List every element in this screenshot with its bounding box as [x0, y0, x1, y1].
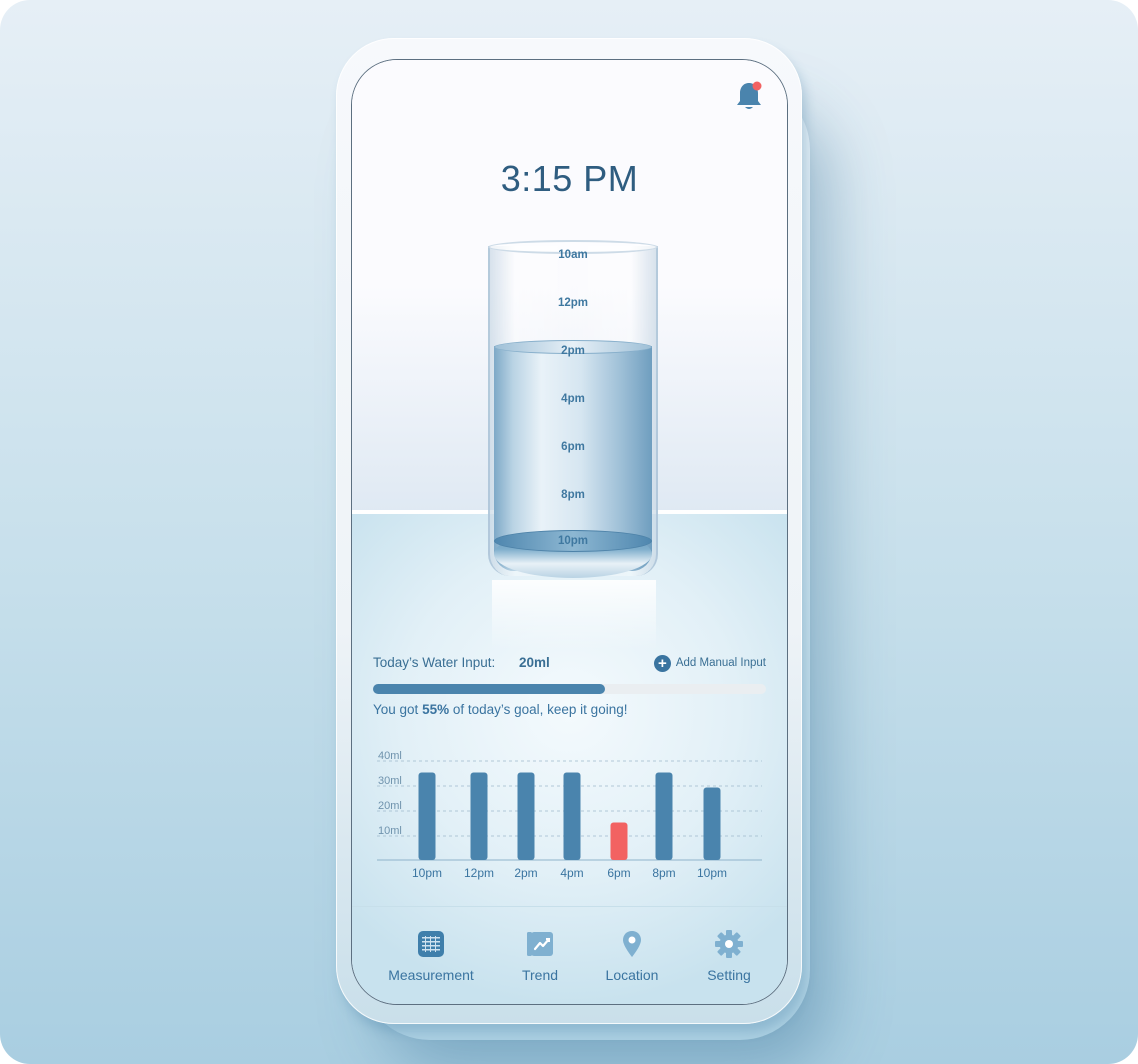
- measurement-icon: [418, 931, 444, 957]
- goal-message-suffix: of today’s goal, keep it going!: [449, 702, 628, 717]
- location-pin-icon: [623, 931, 641, 957]
- glass-mark: 10pm: [557, 535, 589, 547]
- bell-icon: [737, 81, 762, 109]
- water-input-row: Today’s Water Input: 20ml + Add Manual I…: [373, 654, 766, 672]
- nav-item-trend[interactable]: Trend: [490, 929, 590, 983]
- nav-item-location[interactable]: Location: [582, 929, 682, 983]
- notification-badge: [752, 81, 762, 91]
- background-canvas: 3:15 PM 10am 12pm 2pm 4pm 6pm 8pm 10pm T…: [0, 0, 1138, 1064]
- chart-bar: [563, 772, 581, 860]
- glass-mark: 12pm: [557, 297, 589, 309]
- chart-y-tick-label: 20ml: [378, 800, 402, 812]
- nav-label: Measurement: [388, 967, 474, 983]
- chart-bar: [655, 772, 673, 860]
- glass-mark: 10am: [558, 249, 588, 261]
- goal-progress-bar: [373, 684, 766, 694]
- water-input-label: Today’s Water Input:: [373, 655, 496, 670]
- glass-mark: 4pm: [561, 393, 585, 405]
- glass-reflection: [492, 580, 656, 650]
- chart-bar: [703, 787, 721, 860]
- chart-y-tick-label: 10ml: [378, 825, 402, 837]
- chart-bar: [610, 822, 628, 860]
- glass-mark: 2pm: [561, 345, 585, 357]
- glass-mark: 8pm: [561, 489, 585, 501]
- chart-bar: [470, 772, 488, 860]
- water-intake-chart: 10ml 20ml 30ml 40ml 10pm 12pm 2pm 4pm 6pm 8pm 10pm: [377, 750, 762, 880]
- add-manual-input-button[interactable]: + Add Manual Input: [653, 654, 766, 672]
- nav-item-measurement[interactable]: Measurement: [381, 929, 481, 983]
- current-time: 3:15 PM: [500, 158, 639, 199]
- notification-bell-button[interactable]: [734, 80, 764, 112]
- chart-x-tick-label: 4pm: [560, 866, 583, 880]
- chart-x-tick-label: 2pm: [514, 866, 537, 880]
- chart-y-tick-label: 40ml: [378, 750, 402, 762]
- chart-x-tick-label: 10pm: [697, 866, 727, 880]
- plus-icon: +: [653, 654, 671, 672]
- water-input-value: 20ml: [519, 655, 550, 670]
- nav-label: Trend: [521, 967, 559, 983]
- goal-message: You got 55% of today’s goal, keep it goi…: [373, 702, 627, 717]
- goal-progress-fill: [373, 684, 605, 694]
- chart-x-tick-label: 8pm: [652, 866, 675, 880]
- chart-x-tick-label: 12pm: [464, 866, 494, 880]
- bottom-navigation: Measurement Trend Location Setting: [352, 906, 787, 1004]
- nav-label: Location: [605, 967, 659, 983]
- chart-bar: [517, 772, 535, 860]
- add-manual-input-label: Add Manual Input: [675, 657, 766, 669]
- trend-icon: [527, 932, 553, 956]
- nav-label: Setting: [707, 967, 751, 983]
- chart-bar: [418, 772, 436, 860]
- water-glass: 10am 12pm 2pm 4pm 6pm 8pm 10pm: [488, 240, 658, 585]
- chart-x-tick-label: 6pm: [607, 866, 630, 880]
- chart-x-tick-label: 10pm: [412, 866, 442, 880]
- goal-percent: 55%: [422, 702, 450, 717]
- gear-icon: [715, 930, 743, 958]
- goal-message-prefix: You got: [373, 702, 423, 717]
- nav-item-setting[interactable]: Setting: [679, 929, 779, 983]
- phone-screen: 3:15 PM 10am 12pm 2pm 4pm 6pm 8pm 10pm T…: [351, 59, 788, 1005]
- glass-mark: 6pm: [561, 441, 585, 453]
- chart-y-tick-label: 30ml: [378, 775, 402, 787]
